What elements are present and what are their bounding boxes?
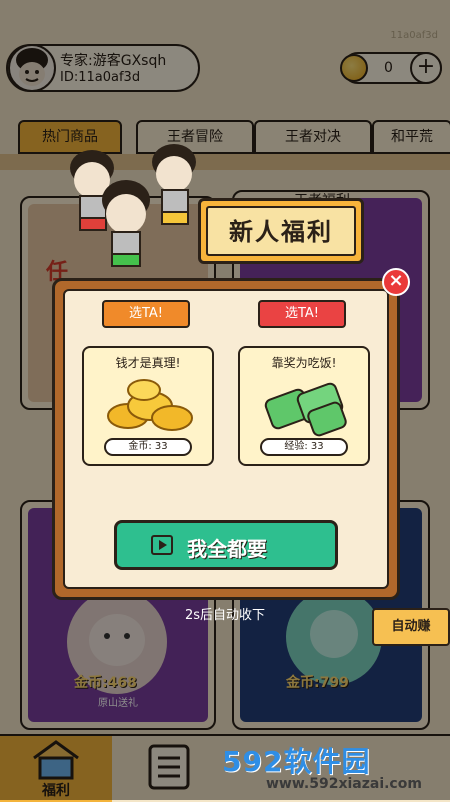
reward-title: 钱才是真理! bbox=[115, 356, 181, 370]
play-video-icon bbox=[151, 535, 173, 555]
reward-title: 靠奖为吃饭! bbox=[271, 356, 337, 370]
coin-reward-card[interactable]: 钱才是真理! 金币: 33 bbox=[82, 346, 214, 466]
take-all-label: 我全都要 bbox=[187, 537, 267, 561]
reward-amount: 经验: 33 bbox=[260, 438, 348, 456]
exp-reward-card[interactable]: 靠奖为吃饭! 经验: 33 bbox=[238, 346, 370, 466]
watermark-url: www.592xiazai.com bbox=[266, 776, 422, 792]
choose-exp-button[interactable]: 选TA! bbox=[258, 300, 346, 328]
welfare-banner: 新人福利 bbox=[198, 198, 364, 264]
choose-coins-button[interactable]: 选TA! bbox=[102, 300, 190, 328]
coin-pile-icon bbox=[107, 379, 193, 431]
exp-cans-icon bbox=[264, 382, 347, 437]
mascot-characters-image bbox=[70, 144, 196, 267]
banner-title: 新人福利 bbox=[206, 206, 356, 256]
close-button[interactable]: × bbox=[382, 268, 410, 296]
take-all-button[interactable]: 我全都要 bbox=[114, 520, 338, 570]
watermark-brand: 592软件园 bbox=[222, 745, 371, 778]
auto-earn-button[interactable]: 自动赚 bbox=[372, 608, 450, 646]
watermark: 592软件园 www.592xiazai.com bbox=[222, 740, 450, 800]
reward-amount: 金币: 33 bbox=[104, 438, 192, 456]
